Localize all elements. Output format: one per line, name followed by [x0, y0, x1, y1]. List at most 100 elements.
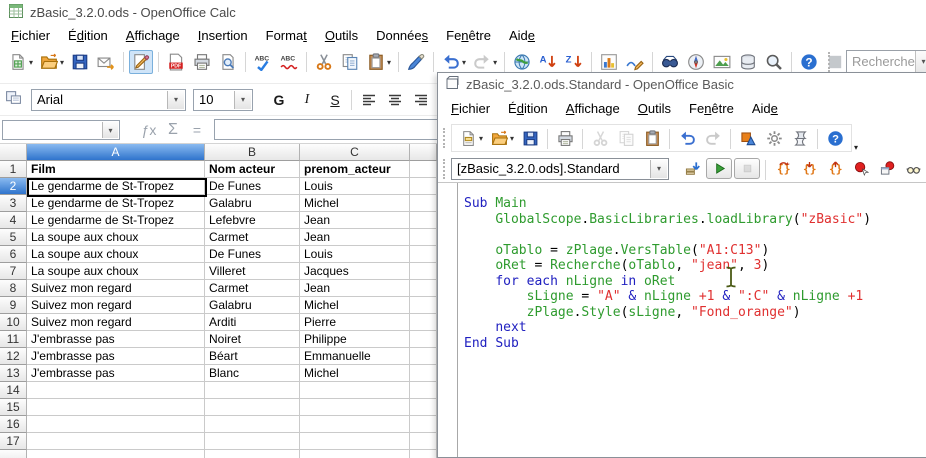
calc-menu-format[interactable]: Format — [257, 26, 316, 45]
calc-edit-mode-button[interactable] — [129, 50, 153, 74]
calc-page-preview-button[interactable] — [216, 50, 240, 74]
calc-menu-fichier[interactable]: Fichier — [2, 26, 59, 45]
basic-menu-fichier[interactable]: Fichier — [442, 99, 499, 118]
basic-help-button[interactable]: ? — [823, 126, 847, 150]
dropdown-arrow-icon[interactable]: ▾ — [492, 58, 497, 67]
basic-macros-button[interactable] — [736, 126, 760, 150]
cell[interactable]: Le gendarme de St-Tropez — [27, 212, 205, 229]
name-box-dropdown-arrow-icon[interactable]: ▾ — [102, 122, 118, 138]
calc-insert-chart-button[interactable] — [597, 50, 621, 74]
cell[interactable] — [300, 416, 410, 433]
toolbar-grip[interactable] — [443, 128, 447, 148]
basic-step-over-button[interactable]: {} — [771, 157, 795, 181]
cell[interactable] — [410, 263, 437, 280]
calc-data-sources-button[interactable] — [736, 50, 760, 74]
dropdown-arrow-icon[interactable]: ▾ — [59, 58, 64, 67]
calc-print-button[interactable] — [190, 50, 214, 74]
calc-menu-outils[interactable]: Outils — [316, 26, 367, 45]
search-dropdown-arrow-icon[interactable]: ▾ — [915, 51, 926, 72]
calc-undo-button[interactable]: ▾ — [439, 50, 468, 74]
row-header-4[interactable]: 4 — [0, 212, 27, 229]
equals-icon[interactable]: = — [186, 120, 208, 140]
cell[interactable]: Jean — [300, 212, 410, 229]
basic-stop-button[interactable] — [734, 158, 760, 179]
basic-cut-button[interactable] — [588, 126, 612, 150]
cell[interactable] — [410, 382, 437, 399]
dropdown-arrow-icon[interactable]: ▾ — [509, 134, 514, 143]
calc-menu-fenetre[interactable]: Fenêtre — [437, 26, 500, 45]
basic-copy-button[interactable] — [614, 126, 638, 150]
calc-copy-button[interactable] — [338, 50, 362, 74]
basic-menu-fenetre[interactable]: Fenêtre — [680, 99, 743, 118]
basic-redo-button[interactable] — [701, 126, 725, 150]
underline-button[interactable]: S — [323, 88, 347, 112]
basic-paste-button[interactable] — [640, 126, 664, 150]
cell[interactable]: Jean — [300, 280, 410, 297]
row-header-2[interactable]: 2 — [0, 178, 27, 195]
basic-compile-button[interactable] — [680, 157, 704, 181]
cell[interactable] — [300, 450, 410, 458]
basic-basic-modules-button[interactable] — [788, 126, 812, 150]
cell[interactable] — [410, 348, 437, 365]
cell[interactable]: Jean — [300, 229, 410, 246]
code-editor[interactable]: Sub Main GlobalScope.BasicLibraries.load… — [438, 183, 926, 458]
cell[interactable]: J'embrasse pas — [27, 331, 205, 348]
cell[interactable] — [410, 178, 437, 195]
row-header-partial[interactable] — [0, 450, 27, 458]
cell[interactable] — [300, 399, 410, 416]
dropdown-arrow-icon[interactable]: ▾ — [28, 58, 33, 67]
cell[interactable]: Pierre — [300, 314, 410, 331]
cell[interactable]: Nom acteur — [205, 161, 300, 178]
calc-menu-aide[interactable]: Aide — [500, 26, 544, 45]
cell[interactable]: Michel — [300, 365, 410, 382]
cell[interactable]: Carmet — [205, 280, 300, 297]
cell[interactable]: Michel — [300, 195, 410, 212]
calc-gallery-button[interactable] — [710, 50, 734, 74]
calc-align-center-button[interactable] — [383, 88, 407, 112]
basic-menu-affichage[interactable]: Affichage — [557, 99, 629, 118]
breakpoint-margin[interactable] — [438, 183, 458, 458]
cell[interactable] — [410, 450, 437, 458]
cell[interactable]: La soupe aux choux — [27, 229, 205, 246]
select-all-corner[interactable] — [0, 144, 27, 161]
calc-draw-functions-button[interactable] — [623, 50, 647, 74]
calc-spellcheck-button[interactable]: ABC — [251, 50, 275, 74]
dropdown-arrow-icon[interactable]: ▾ — [386, 58, 391, 67]
row-header-10[interactable]: 10 — [0, 314, 27, 331]
calc-format-paintbrush-button[interactable] — [404, 50, 428, 74]
dropdown-arrow-icon[interactable]: ▾ — [461, 58, 466, 67]
library-dropdown-arrow-icon[interactable]: ▾ — [650, 160, 667, 178]
basic-run-button[interactable] — [706, 158, 732, 179]
cell[interactable] — [205, 399, 300, 416]
calc-email-button[interactable] — [94, 50, 118, 74]
basic-menu-outils[interactable]: Outils — [629, 99, 680, 118]
cell[interactable]: Suivez mon regard — [27, 297, 205, 314]
cell[interactable]: Le gendarme de St-Tropez — [27, 195, 205, 212]
toolbar-grip[interactable] — [443, 159, 447, 179]
row-header-13[interactable]: 13 — [0, 365, 27, 382]
cell[interactable]: Film — [27, 161, 205, 178]
bold-button[interactable]: G — [267, 88, 291, 112]
cell[interactable]: Carmet — [205, 229, 300, 246]
basic-open-folder-button[interactable]: ▾ — [487, 126, 516, 150]
cell[interactable]: Louis — [300, 178, 410, 195]
toolbar-overflow-arrow-icon[interactable]: ▾ — [854, 143, 858, 155]
calc-paste-button[interactable]: ▾ — [364, 50, 393, 74]
cell[interactable] — [410, 433, 437, 450]
basic-print-button[interactable] — [553, 126, 577, 150]
column-header-c[interactable]: C — [300, 144, 410, 161]
cell[interactable]: J'embrasse pas — [27, 365, 205, 382]
cell[interactable] — [410, 331, 437, 348]
cell[interactable] — [205, 382, 300, 399]
basic-manage-breakpoints-button[interactable] — [875, 157, 899, 181]
row-header-3[interactable]: 3 — [0, 195, 27, 212]
row-header-8[interactable]: 8 — [0, 280, 27, 297]
cell[interactable] — [410, 314, 437, 331]
italic-button[interactable]: I — [295, 88, 319, 112]
cell[interactable]: De Funes — [205, 178, 300, 195]
calc-menu-affichage[interactable]: Affichage — [117, 26, 189, 45]
cell[interactable] — [27, 399, 205, 416]
cell[interactable]: Galabru — [205, 195, 300, 212]
cell[interactable] — [27, 382, 205, 399]
basic-step-out-button[interactable]: {} — [823, 157, 847, 181]
